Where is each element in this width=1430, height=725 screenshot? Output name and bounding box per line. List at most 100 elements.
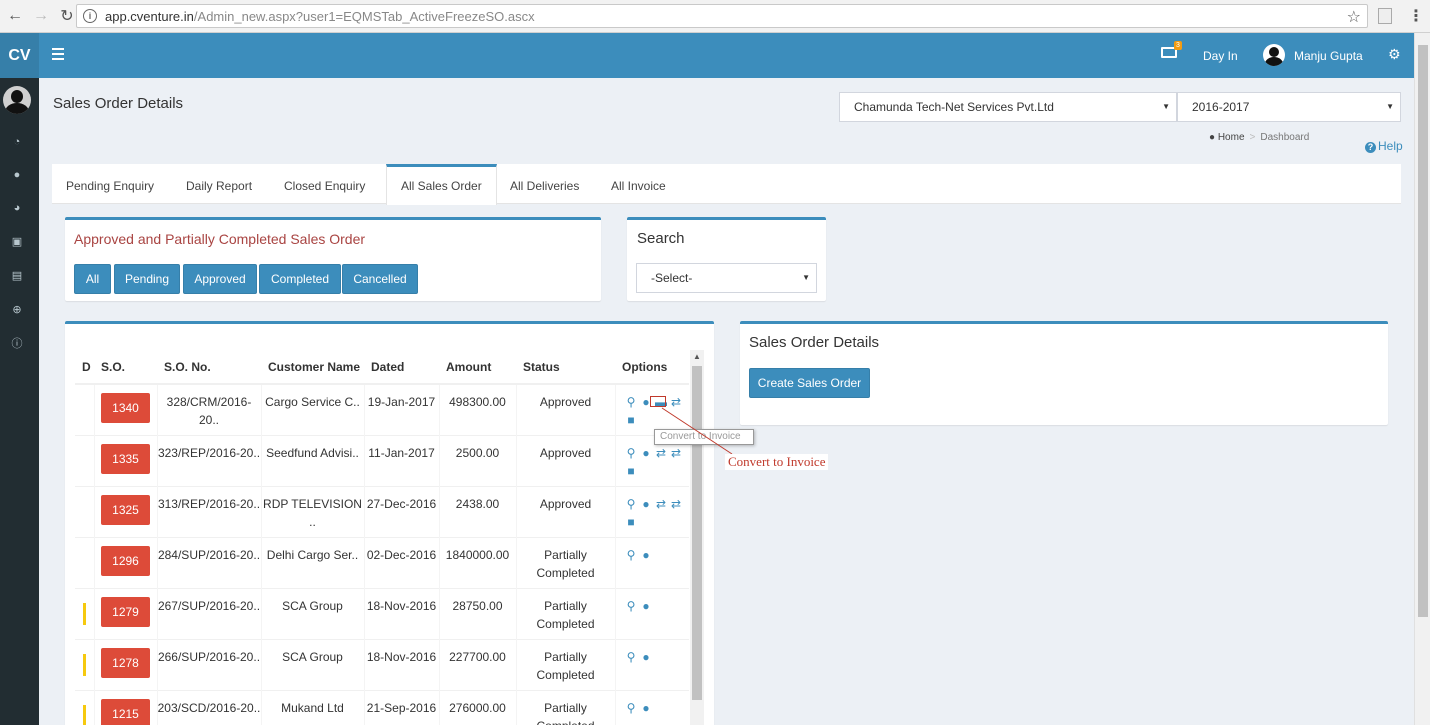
- back-icon[interactable]: ←: [4, 5, 26, 27]
- search-icon[interactable]: ⚲: [624, 548, 639, 562]
- browser-menu-icon[interactable]: ⋮: [1408, 6, 1424, 26]
- credit-card-icon[interactable]: ▤: [10, 270, 24, 282]
- search-select-value: -Select-: [651, 271, 693, 285]
- forward-icon[interactable]: →: [30, 5, 52, 27]
- reload-icon[interactable]: ↻: [56, 5, 78, 27]
- filter-cancelled-button[interactable]: Cancelled: [342, 264, 418, 294]
- table-header-row: D S.O. S.O. No. Customer Name Dated Amou…: [75, 350, 689, 385]
- breadcrumb-current: Dashboard: [1260, 132, 1310, 143]
- so-no-cell: 313/REP/2016-20..: [156, 485, 261, 537]
- so-badge[interactable]: 1296: [101, 545, 150, 576]
- filter-completed-button[interactable]: Completed: [259, 264, 341, 294]
- tab-closed-enquiry[interactable]: Closed Enquiry: [270, 164, 379, 204]
- column-header: Customer Name: [261, 350, 364, 385]
- filter-all-button[interactable]: All: [74, 264, 111, 294]
- search-icon[interactable]: ⚲: [624, 650, 639, 664]
- scroll-up-icon[interactable]: ▲: [693, 352, 701, 361]
- dated-cell: 27-Dec-2016: [363, 485, 439, 537]
- address-bar[interactable]: i app.cventure.in/Admin_new.aspx?user1=E…: [76, 4, 1368, 28]
- exchange-icon[interactable]: ⇄: [654, 497, 669, 511]
- help-link[interactable]: ? Help: [1365, 139, 1403, 153]
- search-box: Search -Select- ▼: [627, 217, 826, 301]
- sales-order-table-wrap[interactable]: D S.O. S.O. No. Customer Name Dated Amou…: [75, 350, 704, 725]
- comment-icon[interactable]: ●: [639, 650, 654, 664]
- tab-all-invoice[interactable]: All Invoice: [597, 164, 680, 204]
- so-cell: 1325: [93, 485, 157, 537]
- cart-icon[interactable]: ▣: [10, 236, 24, 248]
- comment-icon[interactable]: ●: [639, 548, 654, 562]
- info-icon[interactable]: i: [83, 9, 97, 23]
- so-badge[interactable]: 1335: [101, 443, 150, 474]
- tab-daily-report[interactable]: Daily Report: [172, 164, 266, 204]
- so-no-cell: 328/CRM/2016-20..: [156, 383, 261, 435]
- column-header: Dated: [364, 350, 439, 385]
- page-scrollbar[interactable]: [1414, 33, 1430, 725]
- bookmark-star-icon[interactable]: ☆: [1347, 7, 1361, 27]
- column-header: S.O.: [94, 350, 157, 385]
- options-cell: ⚲ ●: [614, 638, 689, 690]
- create-sales-order-button[interactable]: Create Sales Order: [749, 368, 870, 398]
- customer-cell: Seedfund Advisi..: [260, 434, 364, 486]
- search-icon[interactable]: ⚲: [624, 395, 639, 409]
- status-cell: Partially Completed: [515, 536, 615, 588]
- page-scrollbar-thumb[interactable]: [1418, 45, 1428, 617]
- gears-icon[interactable]: ⚙: [1388, 46, 1401, 63]
- search-icon[interactable]: ⚲: [624, 497, 639, 511]
- so-badge[interactable]: 1325: [101, 494, 150, 525]
- filter-pending-button[interactable]: Pending: [114, 264, 180, 294]
- company-select[interactable]: Chamunda Tech-Net Services Pvt.Ltd ▼: [839, 92, 1177, 122]
- amount-cell: 227700.00: [438, 638, 516, 690]
- filter-box: Approved and Partially Completed Sales O…: [65, 217, 601, 301]
- app-logo[interactable]: CV: [0, 33, 39, 78]
- d-cell: [75, 434, 94, 486]
- so-badge[interactable]: 1278: [101, 647, 150, 678]
- comment-icon[interactable]: ●: [639, 701, 654, 715]
- so-badge[interactable]: 1279: [101, 596, 150, 627]
- user-avatar[interactable]: [1263, 44, 1285, 66]
- exchange-icon[interactable]: ⇄: [669, 497, 684, 511]
- so-badge[interactable]: 1215: [101, 698, 150, 725]
- trash-icon[interactable]: ■: [624, 515, 639, 529]
- user-name[interactable]: Manju Gupta: [1294, 49, 1363, 63]
- extension-icon[interactable]: [1378, 8, 1392, 24]
- so-no-cell: 203/SCD/2016-20..: [156, 689, 261, 725]
- year-select[interactable]: 2016-2017 ▼: [1177, 92, 1401, 122]
- so-no-cell: 323/REP/2016-20..: [156, 434, 261, 486]
- column-header: Amount: [439, 350, 516, 385]
- day-in-link[interactable]: Day In: [1203, 49, 1238, 63]
- dashboard-icon[interactable]: ◔: [10, 136, 24, 148]
- column-header: D: [75, 350, 94, 385]
- so-badge[interactable]: 1340: [101, 393, 150, 423]
- pie-chart-icon[interactable]: ◕: [10, 202, 24, 214]
- tab-all-deliveries[interactable]: All Deliveries: [496, 164, 593, 204]
- user-icon[interactable]: ●: [10, 169, 24, 181]
- trash-icon[interactable]: ■: [624, 464, 639, 478]
- amount-cell: 276000.00: [438, 689, 516, 725]
- search-icon[interactable]: ⚲: [624, 599, 639, 613]
- d-cell: [75, 638, 94, 690]
- search-select[interactable]: -Select- ▼: [636, 263, 817, 293]
- filter-approved-button[interactable]: Approved: [183, 264, 257, 294]
- comment-icon[interactable]: ●: [639, 497, 654, 511]
- search-icon[interactable]: ⚲: [624, 701, 639, 715]
- search-icon[interactable]: ⚲: [624, 446, 639, 460]
- customer-cell: Cargo Service C..: [260, 383, 364, 435]
- table-row: 1335 323/REP/2016-20.. Seedfund Advisi..…: [75, 434, 689, 486]
- url-text: app.cventure.in/Admin_new.aspx?user1=EQM…: [105, 9, 535, 24]
- breadcrumb-home[interactable]: Home: [1218, 132, 1245, 143]
- comment-icon[interactable]: ●: [639, 599, 654, 613]
- info-icon[interactable]: ⓘ: [10, 338, 24, 350]
- tab-pending-enquiry[interactable]: Pending Enquiry: [52, 164, 168, 204]
- globe-icon[interactable]: ⊕: [10, 304, 24, 316]
- home-icon: ●: [1209, 132, 1216, 143]
- customer-cell: Delhi Cargo Ser..: [260, 536, 364, 588]
- year-select-value: 2016-2017: [1192, 100, 1250, 114]
- hamburger-menu-icon[interactable]: [52, 48, 64, 63]
- dated-cell: 18-Nov-2016: [363, 638, 439, 690]
- callout-line: [661, 407, 733, 455]
- tab-all-sales-order[interactable]: All Sales Order: [386, 164, 497, 205]
- status-cell: Approved: [515, 434, 615, 486]
- trash-icon[interactable]: ■: [624, 413, 639, 427]
- search-box-title: Search: [637, 230, 685, 247]
- column-header: S.O. No.: [157, 350, 261, 385]
